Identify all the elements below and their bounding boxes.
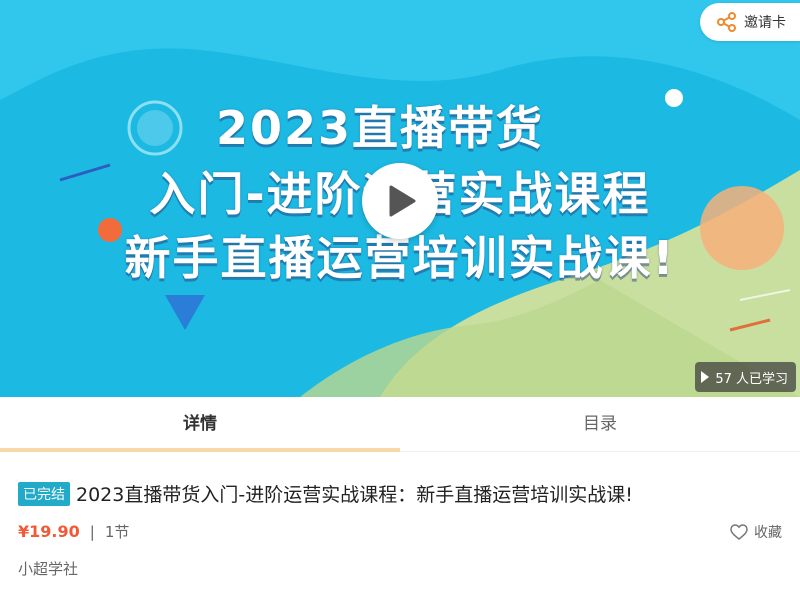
invite-card-label: 邀请卡 xyxy=(744,15,786,31)
favorite-label: 收藏 xyxy=(754,524,782,541)
status-badge: 已完结 xyxy=(18,481,70,506)
course-title: 2023直播带货入门-进阶运营实战课程：新手直播运营培训实战课! xyxy=(76,484,633,506)
play-button[interactable] xyxy=(362,163,438,239)
invite-card-button[interactable]: 邀请卡 xyxy=(700,3,800,41)
tab-details[interactable]: 详情 xyxy=(0,397,400,451)
favorite-button[interactable]: 收藏 xyxy=(730,522,782,542)
learners-count-badge: 57 人已学习 xyxy=(695,362,796,392)
tab-catalog[interactable]: 目录 xyxy=(400,397,800,451)
play-icon xyxy=(389,185,416,217)
play-small-icon xyxy=(701,371,710,383)
heart-icon xyxy=(730,523,748,540)
course-cover-banner[interactable]: 2023直播带货 入门-进阶运营实战课程 新手直播运营培训实战课! 邀请卡 57… xyxy=(0,0,800,397)
course-price: ¥19.90 xyxy=(18,522,80,541)
tab-bar: 详情 目录 xyxy=(0,397,800,452)
learners-count-text: 57 人已学习 xyxy=(715,371,788,387)
lesson-count: 1节 xyxy=(104,523,130,541)
active-tab-indicator xyxy=(0,448,400,452)
course-title-row: 已完结 2023直播带货入门-进阶运营实战课程：新手直播运营培训实战课! xyxy=(18,480,782,507)
meta-separator: | xyxy=(89,522,95,541)
share-icon xyxy=(717,12,736,32)
course-author[interactable]: 小超学社 xyxy=(18,558,782,579)
course-info: 已完结 2023直播带货入门-进阶运营实战课程：新手直播运营培训实战课! ¥19… xyxy=(0,480,800,579)
banner-title-line-1: 2023直播带货 xyxy=(215,101,545,155)
course-meta-row: ¥19.90 | 1节 收藏 xyxy=(18,521,782,542)
